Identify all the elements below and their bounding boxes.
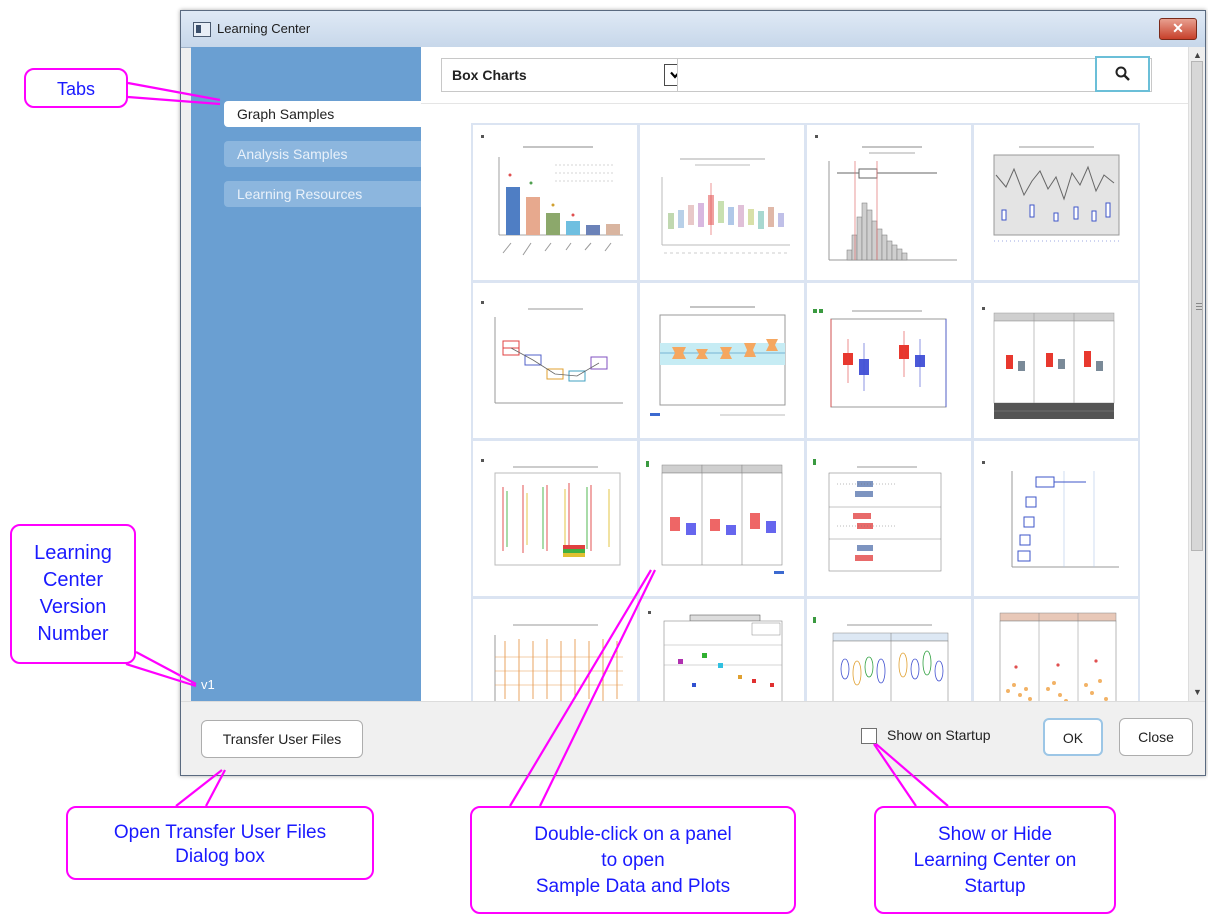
search-button[interactable]	[1095, 56, 1150, 92]
sample-panel[interactable]	[473, 125, 637, 280]
sample-panel[interactable]	[974, 283, 1138, 438]
tab-graph-samples[interactable]: Graph Samples	[224, 101, 424, 127]
annotation-line: Open Transfer User Files	[113, 822, 327, 843]
sample-thumbnail	[646, 461, 784, 574]
sample-thumbnail	[993, 146, 1120, 242]
sample-thumbnail	[999, 612, 1117, 701]
sample-thumbnail	[813, 617, 949, 701]
sample-panel[interactable]	[807, 283, 971, 438]
annotation-line: Double-click on a panel	[534, 824, 732, 845]
version-number: v1	[201, 677, 215, 692]
annotation-tabs: Tabs	[24, 68, 128, 108]
sample-panel[interactable]	[807, 125, 971, 280]
sample-panel[interactable]	[640, 599, 804, 701]
annotation-line: Sample Data and Plots	[535, 876, 731, 897]
annotation-show-hide-startup: Show or Hide Learning Center on Startup	[874, 806, 1116, 914]
sample-panel[interactable]	[974, 441, 1138, 596]
sample-panel[interactable]	[473, 599, 637, 701]
sample-panel[interactable]	[974, 125, 1138, 280]
close-button[interactable]: Close	[1119, 718, 1193, 756]
app-icon	[193, 22, 211, 37]
annotation-line: Number	[37, 623, 109, 645]
category-dropdown[interactable]: Box Charts	[441, 58, 693, 92]
annotation-line: Learning Center on	[913, 850, 1077, 871]
sample-thumbnail	[815, 135, 957, 261]
annotation-line: to open	[601, 850, 665, 871]
title-bar[interactable]: Learning Center ✕	[181, 11, 1205, 48]
ok-button[interactable]: OK	[1043, 718, 1103, 756]
vertical-scrollbar[interactable]: ▲ ▼	[1188, 47, 1205, 701]
show-on-startup-checkbox[interactable]	[861, 728, 877, 744]
scroll-up-icon[interactable]: ▲	[1193, 50, 1202, 60]
sample-panel[interactable]	[807, 441, 971, 596]
sample-panel[interactable]	[640, 283, 804, 438]
annotation-line: Show or Hide	[937, 824, 1053, 845]
sample-panel[interactable]	[473, 283, 637, 438]
bottom-bar: Transfer User Files Show on Startup OK C…	[181, 701, 1205, 775]
window-close-button[interactable]: ✕	[1159, 18, 1197, 40]
learning-center-window: Learning Center ✕ Graph Samples Analysis…	[180, 10, 1206, 776]
sample-thumbnail	[813, 309, 947, 408]
window-title: Learning Center	[217, 21, 311, 36]
sample-thumbnail	[481, 135, 623, 256]
scroll-down-icon[interactable]: ▼	[1193, 687, 1202, 697]
sidebar: Graph Samples Analysis Samples Learning …	[191, 47, 424, 701]
annotation-tabs-text: Tabs	[56, 79, 96, 99]
annotation-line: Center	[42, 569, 104, 591]
annotation-line: Version	[39, 596, 107, 618]
transfer-user-files-button[interactable]: Transfer User Files	[201, 720, 363, 758]
sample-thumbnail	[661, 158, 790, 254]
tab-analysis-samples[interactable]: Analysis Samples	[224, 141, 424, 167]
category-selected-value: Box Charts	[452, 67, 527, 83]
show-on-startup-label: Show on Startup	[887, 727, 991, 743]
annotation-line: Startup	[964, 876, 1026, 897]
sample-panel[interactable]	[640, 125, 804, 280]
search-icon	[1115, 66, 1130, 81]
sample-thumbnail	[650, 306, 786, 416]
sample-grid	[471, 123, 1140, 701]
search-input[interactable]	[677, 58, 1152, 92]
tab-learning-resources[interactable]: Learning Resources	[224, 181, 424, 207]
close-icon: ✕	[1172, 20, 1184, 36]
sample-thumbnail	[481, 459, 621, 566]
annotation-line: Dialog box	[175, 846, 265, 867]
sample-panel[interactable]	[473, 441, 637, 596]
sample-thumbnail	[982, 461, 1119, 568]
sample-panel[interactable]	[974, 599, 1138, 701]
sample-panel[interactable]	[807, 599, 971, 701]
sample-thumbnail	[982, 307, 1115, 419]
sample-thumbnail	[481, 301, 623, 404]
toolbar-divider	[421, 103, 1188, 104]
annotation-version-number: Learning Center Version Number	[10, 524, 136, 664]
sample-panel[interactable]	[640, 441, 804, 596]
annotation-transfer-files: Open Transfer User Files Dialog box	[66, 806, 374, 880]
scrollbar-thumb[interactable]	[1191, 61, 1203, 551]
annotation-double-click: Double-click on a panel to open Sample D…	[470, 806, 796, 914]
sample-thumbnail	[494, 624, 623, 701]
sample-thumbnail	[813, 459, 942, 572]
sample-thumbnail	[648, 611, 783, 701]
content-area: Box Charts	[421, 47, 1188, 701]
annotation-line: Learning	[34, 542, 112, 564]
